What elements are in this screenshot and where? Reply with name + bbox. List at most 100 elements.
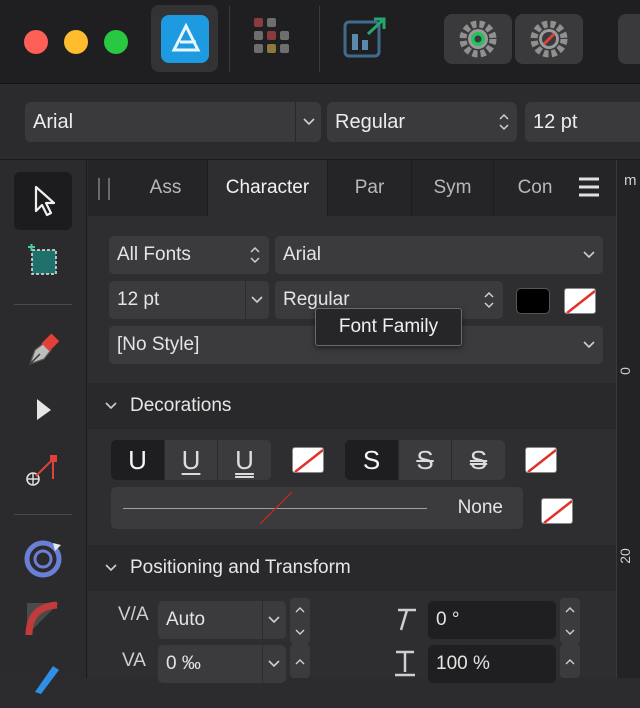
artboard-tool[interactable] [14,232,72,290]
tab-paragraph[interactable]: Par [328,160,412,216]
node-arrow-icon [37,399,51,420]
shear-icon [390,604,420,634]
vertical-scale-icon [390,648,420,678]
underline-none-button[interactable]: U [111,440,165,480]
export-persona-icon [343,17,386,58]
underline-color-swatch[interactable] [292,447,324,473]
chevron-down-icon [295,102,321,142]
close-window-button[interactable] [24,30,48,54]
strike-single-button[interactable]: S [399,440,452,480]
pen-tool[interactable] [14,320,72,378]
strike-none-button[interactable]: S [345,440,399,480]
underline-double-button[interactable]: U [218,440,271,480]
toolbar-overflow-button[interactable] [618,14,640,64]
corner-node-icon [26,455,57,486]
chevron-down-icon [268,616,280,624]
chevron-down-icon [583,341,595,349]
quarter-shape-icon [25,601,59,636]
font-family-tooltip: Font Family [315,308,462,346]
line-none-slash-icon [259,491,293,525]
title-bar [0,0,640,84]
strike-double-button[interactable]: S [452,440,505,480]
gear-red-icon [530,20,568,58]
decorations-section-header[interactable]: Decorations [88,383,616,429]
designer-persona-button[interactable] [151,5,218,72]
panel-font-family-dropdown[interactable]: Arial [275,236,603,274]
tab-symbols[interactable]: Sym [412,160,494,216]
no-color-icon [543,500,572,523]
gear-green-icon [459,20,497,58]
strikethrough-segmented-control: S S S [345,440,505,480]
tracking-field[interactable]: Auto [158,601,286,639]
tool-separator [14,304,72,305]
no-color-icon [294,449,323,472]
chevron-down-icon [583,251,595,259]
move-tool[interactable] [14,172,72,230]
panel-menu-icon[interactable] [578,176,600,198]
vertical-scale-field[interactable]: 100 % [428,645,556,683]
node-tool[interactable] [14,380,72,438]
vertical-scale-stepper[interactable] [560,644,580,678]
no-color-icon [566,290,595,313]
up-down-chevron-icon [250,246,260,264]
context-toolbar: Arial Regular 12 pt [0,84,640,160]
underline-segmented-control: U U U [111,440,271,480]
kerning-stepper[interactable] [290,644,310,678]
tool-separator [14,514,72,515]
tracking-stepper[interactable] [290,598,310,644]
tab-character[interactable]: Character [208,160,328,216]
font-family-dropdown[interactable]: Arial [25,102,321,142]
corner-shape-tool[interactable] [14,590,72,648]
shear-stepper[interactable] [560,598,580,644]
drag-handle-icon[interactable] [98,178,110,200]
font-collection-dropdown[interactable]: All Fonts [109,236,269,274]
brush-icon [35,666,59,694]
pixel-persona-button[interactable] [248,14,298,64]
chevron-down-icon [105,564,117,572]
export-persona-button[interactable] [340,14,390,64]
minimize-window-button[interactable] [64,30,88,54]
up-down-chevron-icon [491,102,517,142]
font-family-value: Arial [33,110,74,133]
contour-ring-icon [24,540,62,578]
font-size-field[interactable]: 12 pt [525,102,640,142]
tools-panel [0,160,87,694]
tracking-icon: V/A [118,604,149,625]
panel-tabs: Ass Character Par Sym Con [88,160,616,216]
font-size-value: 12 pt [533,110,578,133]
designer-persona-icon [161,15,209,63]
ruler-label: 20 [616,548,633,564]
character-panel: Ass Character Par Sym Con All Fonts Aria… [88,160,616,683]
chevron-down-icon [268,660,280,668]
shear-field[interactable]: 0 ° [428,601,556,639]
highlight-color-swatch[interactable] [564,288,596,314]
kerning-icon: VA [122,650,146,671]
corner-tool[interactable] [14,440,72,498]
tab-assets[interactable]: Ass [124,160,208,216]
positioning-section-header[interactable]: Positioning and Transform [88,545,616,591]
ruler-label: 0 [616,367,633,375]
up-down-chevron-icon [484,291,494,309]
chevron-down-icon [105,402,117,410]
line-color-swatch[interactable] [541,498,573,524]
preferences-button[interactable] [444,14,512,64]
kerning-field[interactable]: 0 ‰ [158,645,286,683]
settings-button[interactable] [515,14,583,64]
artboard-icon [28,244,57,275]
tab-constraints[interactable]: Con [494,160,576,216]
brush-tool[interactable] [14,650,72,708]
no-color-icon [527,449,556,472]
text-color-swatch[interactable] [516,288,550,314]
maximize-window-button[interactable] [104,30,128,54]
vertical-ruler: m 0 20 [616,160,640,678]
strikethrough-color-swatch[interactable] [525,447,557,473]
font-style-dropdown[interactable]: Regular [327,102,517,142]
underline-single-button[interactable]: U [165,440,218,480]
pen-nib-icon [29,333,60,365]
line-style-dropdown[interactable]: None [111,487,523,529]
pixel-persona-icon [254,18,289,53]
line-style-value: None [457,497,503,518]
chevron-down-icon [251,296,263,304]
contour-tool[interactable] [14,530,72,588]
panel-font-size-field[interactable]: 12 pt [109,281,269,319]
